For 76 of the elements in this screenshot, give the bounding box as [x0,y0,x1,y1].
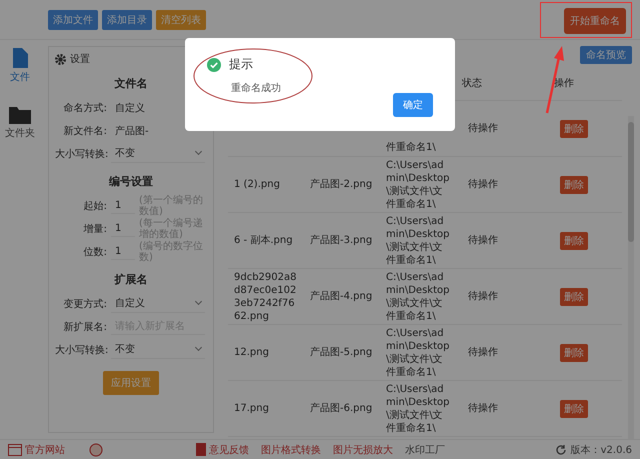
table-cell: C:\Users\admin\Desktop\测试文件\文件重命名1\ [386,328,450,378]
toolbar-button[interactable]: 添加目录 [102,10,152,30]
preview-button[interactable]: 命名预览 [580,46,632,64]
table-cell: 产品图-3.png [310,235,372,246]
table-cell: 待操作 [468,235,498,246]
table-cell: 待操作 [468,291,498,302]
version-text: 版本：v2.0.6 [570,444,632,456]
folder-icon [9,106,31,124]
settings-title: 设置 [70,52,90,66]
table-cell: 待操作 [468,403,498,414]
table-cell: 9dcb2902a8d87ec0e1023eb7242f7662.png [234,272,296,322]
table-cell: C:\Users\admin\Desktop\测试文件\文件重命名1\ [386,160,450,210]
delete-button[interactable]: 删除 [560,344,588,362]
table-cell: 产品图-2.png [310,179,372,190]
field-label: 变更方式: [62,298,107,310]
footer-link[interactable]: 图片无损放大 [333,442,393,456]
field-label: 新文件名: [62,124,107,138]
dropdown[interactable]: 不变 [111,144,205,163]
footer-link[interactable]: 意见反馈 [209,442,249,456]
table-cell: C:\Users\admin\Desktop\测试文件\文件重命名1\ [386,272,450,322]
dialog-message: 重命名成功 [231,82,282,95]
dropdown[interactable]: 不变 [111,340,205,359]
table-cell: 6 - 副本.png [234,235,293,246]
field-label: 位数: [82,246,107,258]
start-rename-button[interactable]: 开始重命名 [564,8,626,34]
table-cell: 件重命名1\ [386,142,436,153]
field-label: 增量: [82,222,107,236]
field-label: 命名方式: [62,102,107,114]
table-cell: 产品图-6.png [310,403,372,414]
refresh-icon [554,444,567,456]
table-cell: 待操作 [468,347,498,358]
field-label: 起始: [82,200,107,212]
document-icon [196,443,206,456]
browser-icon [8,444,22,456]
delete-button[interactable]: 删除 [560,176,588,194]
footer-link[interactable]: 图片格式转换 [261,442,321,456]
table-cell: C:\Users\admin\Desktop\测试文件\文件重命名1\ [386,384,450,434]
table-cell: 12.png [234,347,269,358]
table-cell: 1 (2).png [234,179,280,190]
dropdown[interactable]: 自定义 [111,294,205,313]
sidebar-label: 文件夹 [5,126,35,140]
file-icon [12,48,28,68]
apply-settings-button[interactable]: 应用设置 [103,371,159,395]
table-cell: C:\Users\admin\Desktop\测试文件\文件重命名1\ [386,216,450,266]
sidebar-item[interactable]: 文件 [10,48,30,84]
footer-link[interactable]: 水印工厂 [405,442,445,456]
number-field[interactable]: 1 [111,198,135,214]
footer-link[interactable]: 官方网站 [25,442,65,456]
section-title: 文件名 [114,76,148,91]
table-cell: 待操作 [468,179,498,190]
delete-button[interactable]: 删除 [560,120,588,138]
sidebar-item[interactable]: 文件夹 [5,106,35,140]
table-cell: 产品图-5.png [310,347,372,358]
delete-button[interactable]: 删除 [560,232,588,250]
number-field[interactable]: 1 [111,220,135,236]
number-field[interactable]: 1 [111,244,135,260]
check-icon [207,58,221,72]
delete-button[interactable]: 删除 [560,288,588,306]
toolbar-button[interactable]: 清空列表 [156,10,206,30]
table-cell: 17.png [234,403,269,414]
section-title: 扩展名 [113,272,148,287]
delete-button[interactable]: 删除 [560,400,588,418]
field-label: 大小写转换: [55,344,107,356]
table-cell: 待操作 [468,123,498,134]
settings-icon [55,54,66,64]
toolbar-button[interactable]: 添加文件 [48,10,98,30]
table-cell: 产品图-4.png [310,291,372,302]
dialog-title: 提示 [229,56,253,73]
column-header: 操作 [554,77,575,90]
sidebar-label: 文件 [10,70,30,84]
column-header: 状态 [462,76,483,90]
ok-button[interactable]: 确定 [393,93,433,117]
field-label: 新扩展名: [62,320,107,334]
section-title: 编号设置 [108,174,154,189]
field-label: 大小写转换: [55,148,107,160]
scrollbar[interactable] [628,116,634,439]
